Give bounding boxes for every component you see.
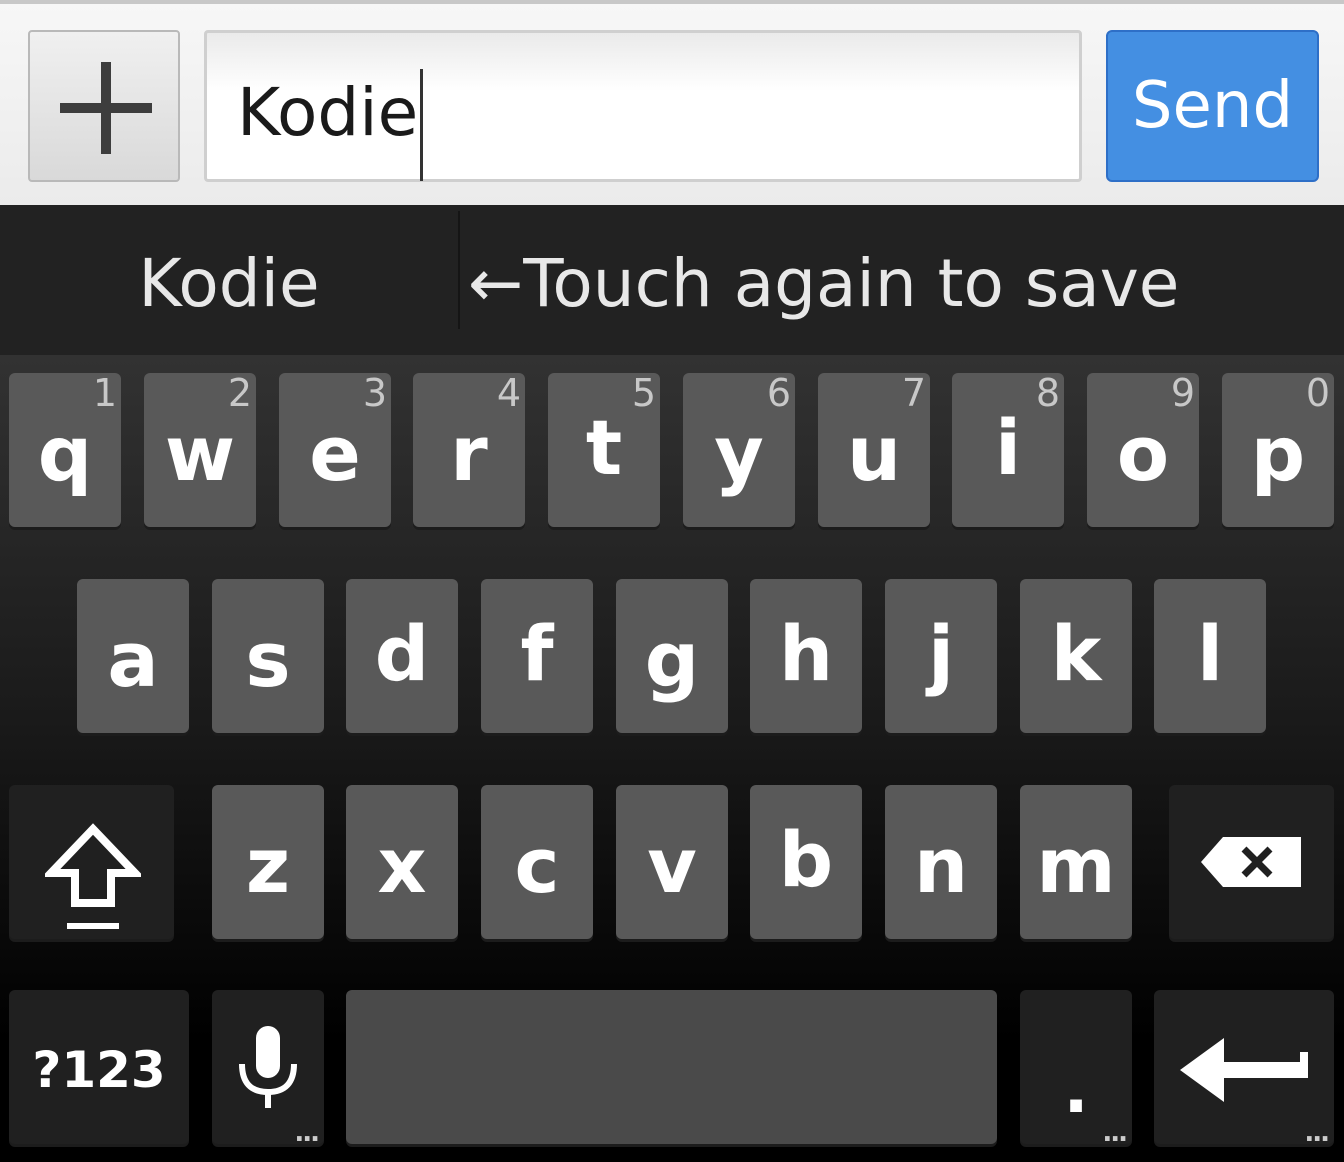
voice-input-key[interactable]: ... xyxy=(212,990,324,1148)
key-label: f xyxy=(520,609,554,698)
key-label: v xyxy=(647,821,697,910)
message-input[interactable]: Kodie xyxy=(204,30,1082,182)
key-v[interactable]: v xyxy=(616,785,728,939)
key-e[interactable]: 3 e xyxy=(279,371,391,527)
symbols-key[interactable]: ?123 xyxy=(9,990,189,1144)
key-label: y xyxy=(714,409,764,498)
key-label: n xyxy=(913,821,969,910)
shift-icon xyxy=(45,823,141,929)
key-y[interactable]: 6 y xyxy=(683,371,795,527)
more-options-dots: ... xyxy=(1102,1118,1128,1148)
key-label: b xyxy=(778,815,834,904)
keyboard: 1 q 2 w 3 e 4 r 5 t 6 y 7 u 8 i 9 o 0 p … xyxy=(0,355,1344,1162)
key-label: m xyxy=(1036,821,1116,910)
key-z[interactable]: z xyxy=(212,785,324,939)
space-key[interactable] xyxy=(346,990,997,1144)
key-label: o xyxy=(1116,409,1170,498)
compose-bar: Kodie Send xyxy=(0,0,1344,205)
key-label: k xyxy=(1050,609,1102,698)
save-word-hint[interactable]: ←Touch again to save xyxy=(468,205,1179,355)
key-t[interactable]: 5 t xyxy=(548,371,660,527)
more-options-dots: ... xyxy=(1304,1118,1330,1148)
microphone-icon xyxy=(239,1026,297,1108)
key-b[interactable]: b xyxy=(750,785,862,939)
key-label: i xyxy=(994,403,1022,492)
key-k[interactable]: k xyxy=(1020,579,1132,733)
key-label: r xyxy=(450,409,488,498)
delete-key[interactable] xyxy=(1169,785,1334,939)
key-label: e xyxy=(309,409,361,498)
enter-key[interactable]: ... xyxy=(1154,990,1334,1148)
period-key[interactable]: . ... xyxy=(1020,990,1132,1148)
key-s[interactable]: s xyxy=(212,579,324,733)
key-label: x xyxy=(377,821,427,910)
key-label: a xyxy=(107,615,159,704)
suggestion-word[interactable]: Kodie xyxy=(0,205,458,355)
key-w[interactable]: 2 w xyxy=(144,371,256,527)
key-u[interactable]: 7 u xyxy=(818,371,930,527)
key-f[interactable]: f xyxy=(481,579,593,733)
suggestion-strip: Kodie ←Touch again to save xyxy=(0,205,1344,355)
key-label: q xyxy=(37,409,93,498)
key-j[interactable]: j xyxy=(885,579,997,733)
key-label: d xyxy=(374,609,430,698)
key-label: c xyxy=(514,821,560,910)
key-n[interactable]: n xyxy=(885,785,997,939)
key-d[interactable]: d xyxy=(346,579,458,733)
key-x[interactable]: x xyxy=(346,785,458,939)
more-options-dots: ... xyxy=(294,1118,320,1148)
key-l[interactable]: l xyxy=(1154,579,1266,733)
key-a[interactable]: a xyxy=(77,579,189,733)
key-label: g xyxy=(644,615,700,704)
shift-key[interactable] xyxy=(9,785,174,939)
key-label: ?123 xyxy=(32,1041,166,1099)
key-label: s xyxy=(245,615,291,704)
key-label: l xyxy=(1196,609,1224,698)
attach-button[interactable] xyxy=(28,30,180,182)
key-c[interactable]: c xyxy=(481,785,593,939)
key-label: h xyxy=(778,609,834,698)
send-button[interactable]: Send xyxy=(1106,30,1319,182)
plus-icon xyxy=(60,62,152,154)
enter-icon xyxy=(1180,1038,1308,1102)
key-i[interactable]: 8 i xyxy=(952,371,1064,527)
text-caret xyxy=(420,69,423,181)
key-q[interactable]: 1 q xyxy=(9,371,121,527)
key-o[interactable]: 9 o xyxy=(1087,371,1199,527)
key-label: w xyxy=(164,409,236,498)
key-g[interactable]: g xyxy=(616,579,728,733)
key-p[interactable]: 0 p xyxy=(1222,371,1334,527)
message-text: Kodie xyxy=(237,74,419,151)
key-label: p xyxy=(1250,409,1306,498)
key-h[interactable]: h xyxy=(750,579,862,733)
key-label: j xyxy=(927,609,955,698)
key-label: u xyxy=(846,409,902,498)
suggestion-divider xyxy=(458,211,460,329)
key-label: t xyxy=(585,403,623,492)
key-r[interactable]: 4 r xyxy=(413,371,525,527)
key-m[interactable]: m xyxy=(1020,785,1132,939)
backspace-icon xyxy=(1201,837,1301,887)
key-label: z xyxy=(245,821,291,910)
